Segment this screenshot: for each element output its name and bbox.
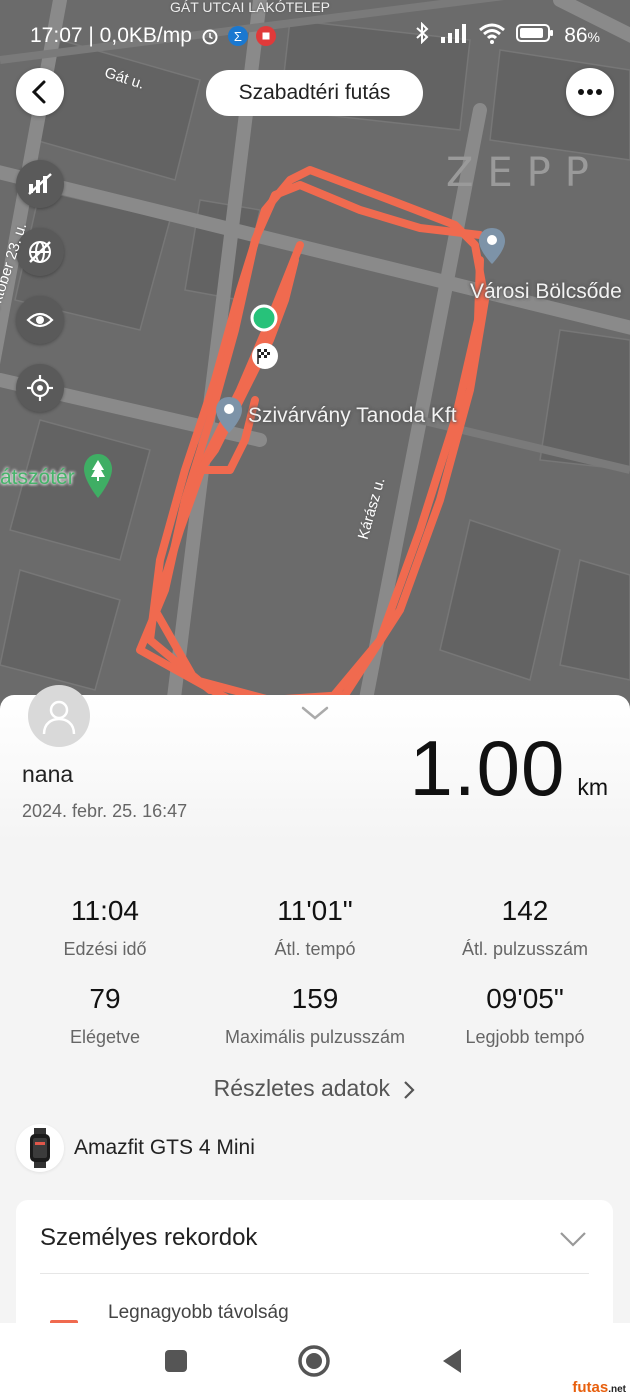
status-time: 17:07 | 0,0KB/mp [30,24,192,47]
battery-percent: 86% [564,24,600,47]
stat-max-heart-rate: 159 Maximális pulzusszám [210,983,420,1048]
stat-value: 09'05" [486,983,564,1014]
stat-value: 11:04 [71,895,139,926]
workout-date: 2024. febr. 25. 16:47 [22,801,188,821]
device-row[interactable]: Amazfit GTS 4 Mini [16,1123,255,1173]
chevron-down-icon [301,706,329,720]
triangle-back-icon [443,1349,461,1373]
back-nav-button[interactable] [432,1341,472,1381]
ellipsis-icon [578,89,602,95]
stat-avg-pace: 11'01" Átl. tempó [210,895,420,960]
collapse-panel-button[interactable] [300,703,330,723]
record-app-icon [255,26,276,46]
route-map[interactable]: 17:07 | 0,0KB/mp Σ 86% Szabadtéri futás … [0,0,630,720]
map-label-szivarvany-tanoda: Szivárvány Tanoda Kft [248,404,457,427]
square-icon [165,1350,187,1372]
poi-pin-icon[interactable] [214,395,244,435]
battery-icon [516,23,554,49]
poi-pin-icon[interactable] [477,226,507,266]
system-nav-bar: futas.net [0,1323,630,1400]
globe-off-icon [29,241,51,263]
status-left: 17:07 | 0,0KB/mp Σ [30,24,276,48]
back-arrow-icon [31,80,46,104]
watermark-main: futas [572,1379,609,1396]
stat-training-time: 11:04 Edzési idő [0,895,210,960]
personal-records-title: Személyes rekordok [40,1224,258,1251]
map-label-gat-lakotelep: GÁT UTCAI LAKÓTELEP [170,0,331,15]
detailed-data-label: Részletes adatok [213,1075,391,1101]
stat-label: Edzési idő [63,939,147,959]
distance-unit: km [577,774,608,800]
bluetooth-icon [414,21,430,50]
circle-icon [298,1345,330,1377]
device-name: Amazfit GTS 4 Mini [74,1136,255,1159]
detailed-data-link[interactable]: Részletes adatok [0,1075,630,1102]
record-item-longest-distance: Legnagyobb távolság [108,1302,289,1323]
pace-off-icon [28,173,52,195]
map-label-jatszoter: átszótér [0,466,75,489]
sigma-app-icon: Σ [227,26,248,46]
watermark-suffix: .net [608,1384,626,1395]
stat-label: Átl. pulzusszám [461,939,589,959]
home-button[interactable] [294,1341,334,1381]
alarm-icon [200,26,220,46]
wifi-icon [478,22,506,50]
distance-display: 1.00 km [410,723,608,814]
recenter-button[interactable] [16,364,64,412]
start-point-icon [250,304,278,332]
distance-value: 1.00 [409,724,566,812]
hide-pace-button[interactable] [16,160,64,208]
avatar[interactable] [28,685,90,747]
locate-icon [27,375,53,401]
stat-label: Maximális pulzusszám [224,1027,406,1047]
park-pin-icon[interactable] [82,452,114,500]
stat-avg-heart-rate: 142 Átl. pulzusszám [420,895,630,960]
stat-best-pace: 09'05" Legjobb tempó [420,983,630,1048]
signal-icon [440,23,468,49]
back-button[interactable] [16,68,64,116]
stat-label: Átl. tempó [274,939,356,959]
stat-value: 142 [501,895,549,926]
map-label-varosi-bolcsode: Városi Bölcsőde [470,280,622,303]
stat-calories: 79 Elégetve [0,983,210,1048]
stat-label: Elégetve [69,1027,141,1047]
more-options-button[interactable] [566,68,614,116]
stat-value: 159 [291,983,339,1014]
divider [40,1273,589,1274]
workout-type-title[interactable]: Szabadtéri futás [206,70,423,116]
stat-value: 79 [89,983,121,1014]
finish-flag-icon [252,343,278,369]
chevron-down-icon[interactable] [559,1230,587,1248]
stat-label: Legjobb tempó [465,1027,585,1047]
eye-icon [26,312,54,328]
user-name: nana [22,761,74,787]
recents-button[interactable] [156,1341,196,1381]
chevron-right-icon [404,1081,415,1099]
watch-icon [16,1124,64,1172]
view-toggle-button[interactable] [16,296,64,344]
user-icon [42,700,76,735]
futas-watermark: futas.net [572,1379,626,1396]
workout-summary-panel: nana 2024. febr. 25. 16:47 1.00 km 11:04… [0,685,630,1360]
status-right: 86% [414,21,600,50]
stat-value: 11'01" [277,895,353,926]
zepp-watermark: ZEPP [446,150,603,196]
